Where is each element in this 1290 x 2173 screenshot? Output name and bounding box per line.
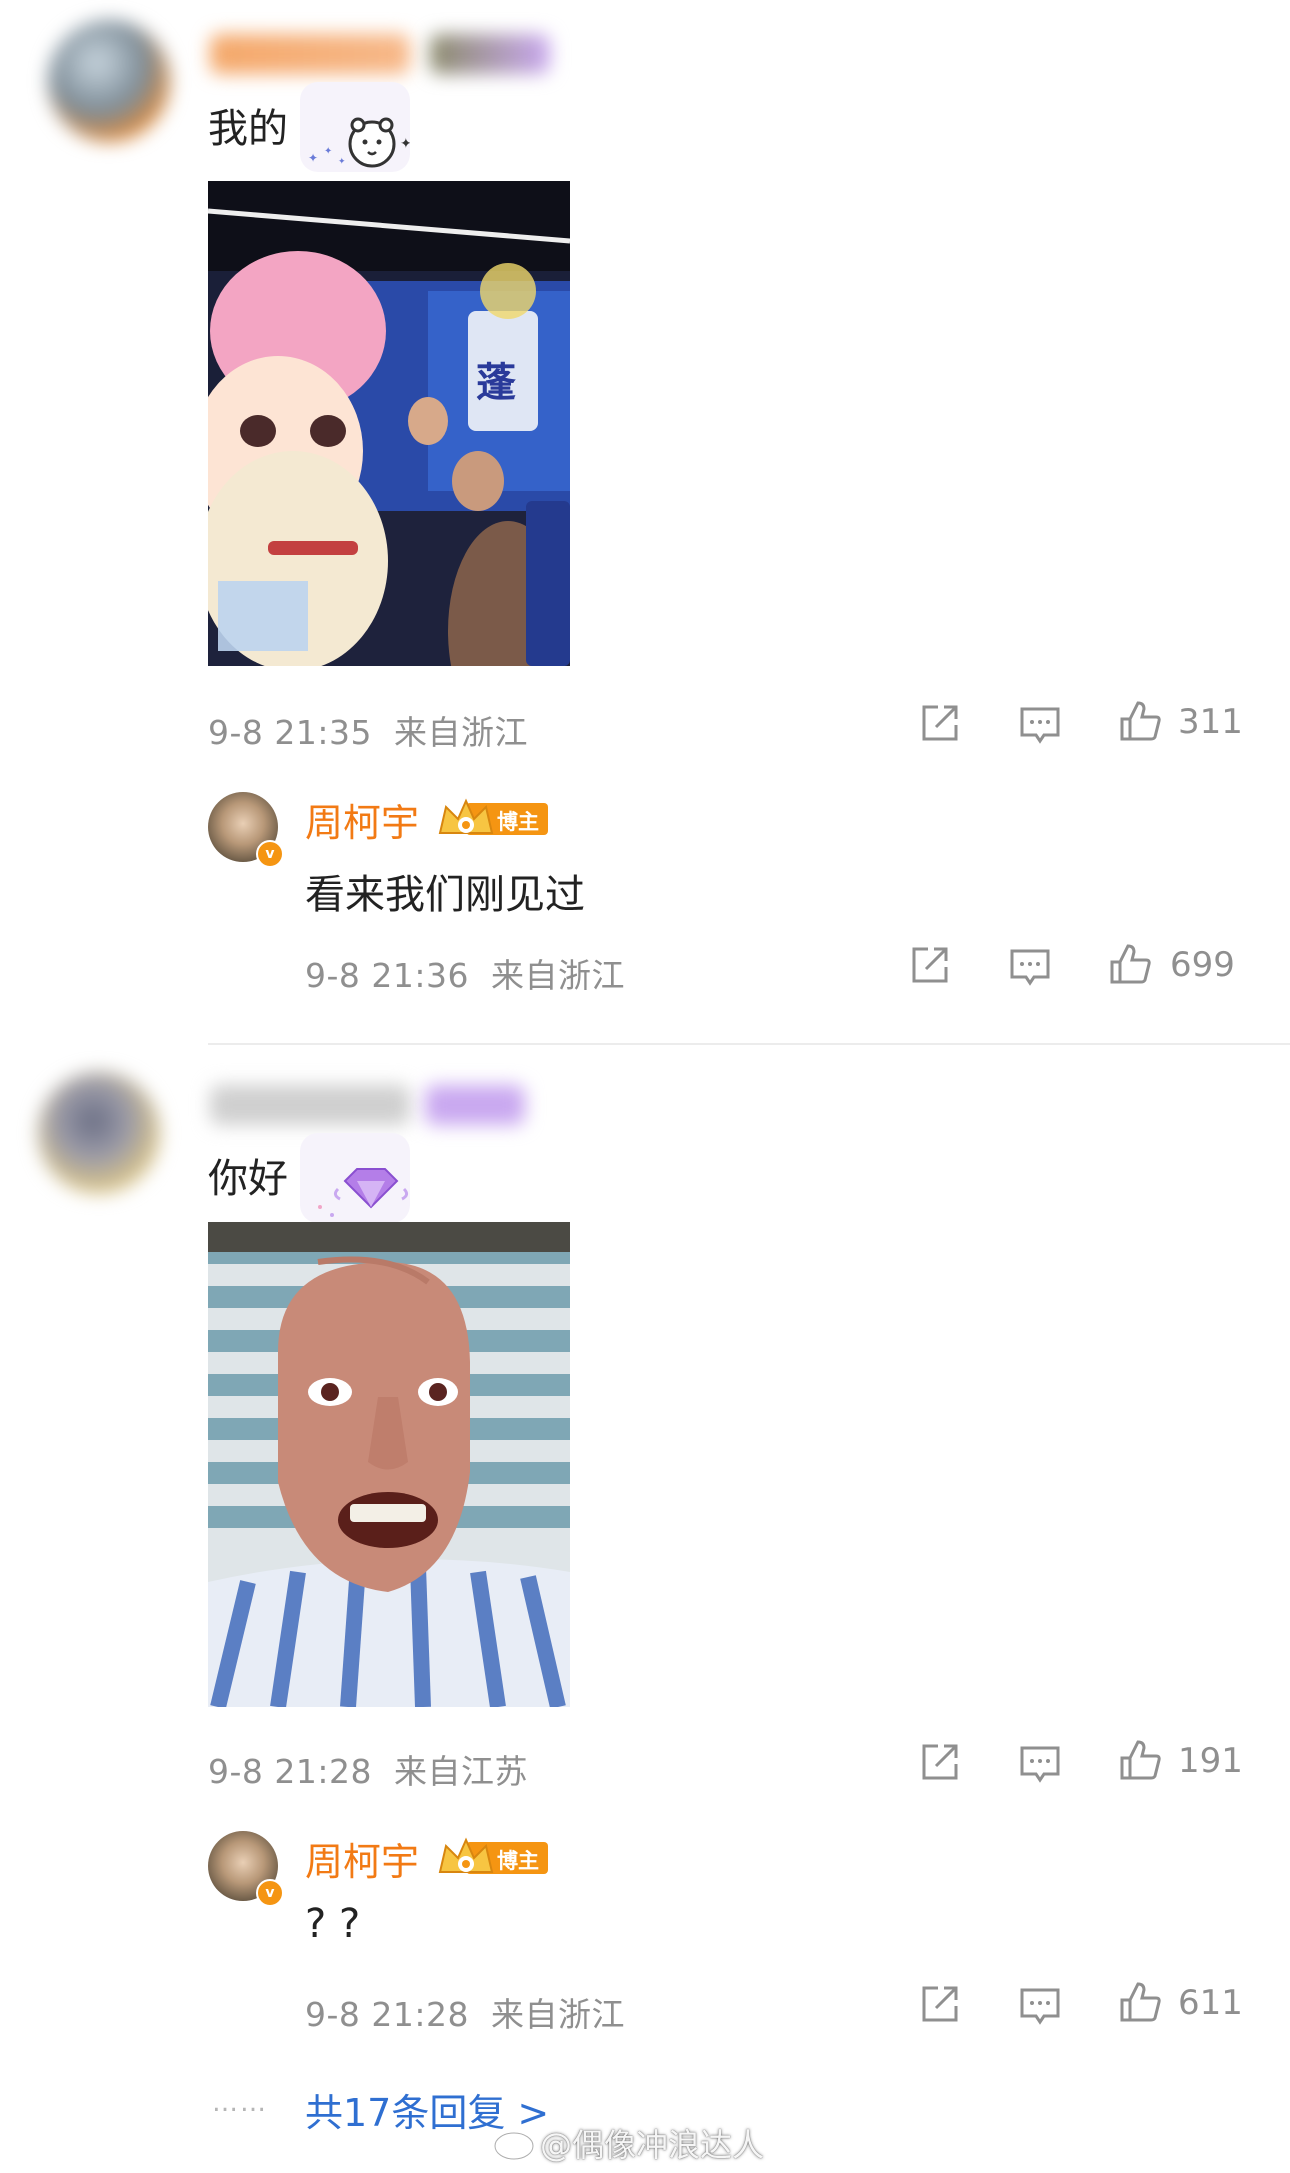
member-badge — [430, 34, 550, 74]
reply-text: 看来我们刚见过 — [305, 872, 585, 918]
author-name[interactable]: 周柯宇 — [305, 792, 419, 847]
like-count: 611 — [1178, 1983, 1243, 2023]
commenter-avatar[interactable] — [38, 1072, 160, 1194]
comment-image[interactable]: 蓬 — [208, 181, 570, 666]
like-icon[interactable] — [1118, 1738, 1162, 1782]
svg-text:✦: ✦ — [308, 151, 318, 165]
verified-icon: v — [256, 1879, 284, 1907]
comment-icon[interactable] — [1018, 1742, 1062, 1786]
reply-timestamp: 9-8 21:36 来自浙江 — [305, 956, 625, 995]
share-icon[interactable] — [918, 701, 962, 745]
author-name[interactable]: 周柯宇 — [305, 1831, 419, 1886]
blogger-badge: 博主 — [497, 1849, 539, 1873]
reply-text: ? ? — [305, 1901, 361, 1947]
svg-text:蓬: 蓬 — [476, 360, 516, 406]
share-icon[interactable] — [908, 943, 952, 987]
commenter-avatar[interactable] — [48, 20, 170, 142]
svg-text:✦: ✦ — [338, 157, 346, 167]
comment-image[interactable] — [208, 1222, 570, 1707]
comment-text: 我的 — [208, 106, 288, 152]
reply-timestamp: 9-8 21:28 来自浙江 — [305, 1995, 625, 2034]
like-count: 191 — [1178, 1741, 1243, 1781]
like-icon[interactable] — [1118, 699, 1162, 743]
diamond-sticker-icon — [300, 1133, 410, 1223]
bear-sticker-icon: ✦ ✦ ✦ ✦ — [300, 82, 410, 172]
commenter-name[interactable] — [210, 34, 410, 74]
svg-text:✦: ✦ — [324, 146, 332, 157]
verified-icon: v — [256, 840, 284, 868]
like-count: 311 — [1178, 702, 1243, 742]
comment-text: 你好 — [208, 1156, 288, 1202]
watermark: @偶像冲浪达人 — [540, 2126, 765, 2164]
weibo-icon — [493, 2126, 539, 2161]
share-icon[interactable] — [918, 1982, 962, 2026]
comment-icon[interactable] — [1018, 1984, 1062, 2028]
comment-timestamp: 9-8 21:35 来自浙江 — [208, 713, 528, 752]
comment-timestamp: 9-8 21:28 来自江苏 — [208, 1752, 528, 1791]
comment-divider — [208, 1043, 1290, 1045]
like-icon[interactable] — [1118, 1980, 1162, 2024]
commenter-name[interactable] — [210, 1085, 410, 1125]
comment-icon[interactable] — [1018, 703, 1062, 747]
like-count: 699 — [1170, 945, 1235, 985]
more-dots: …… — [212, 2088, 268, 2118]
share-icon[interactable] — [918, 1740, 962, 1784]
svg-text:✦: ✦ — [400, 136, 410, 152]
blogger-badge: 博主 — [497, 810, 539, 834]
member-badge — [425, 1085, 525, 1125]
like-icon[interactable] — [1108, 942, 1152, 986]
comment-icon[interactable] — [1008, 945, 1052, 989]
